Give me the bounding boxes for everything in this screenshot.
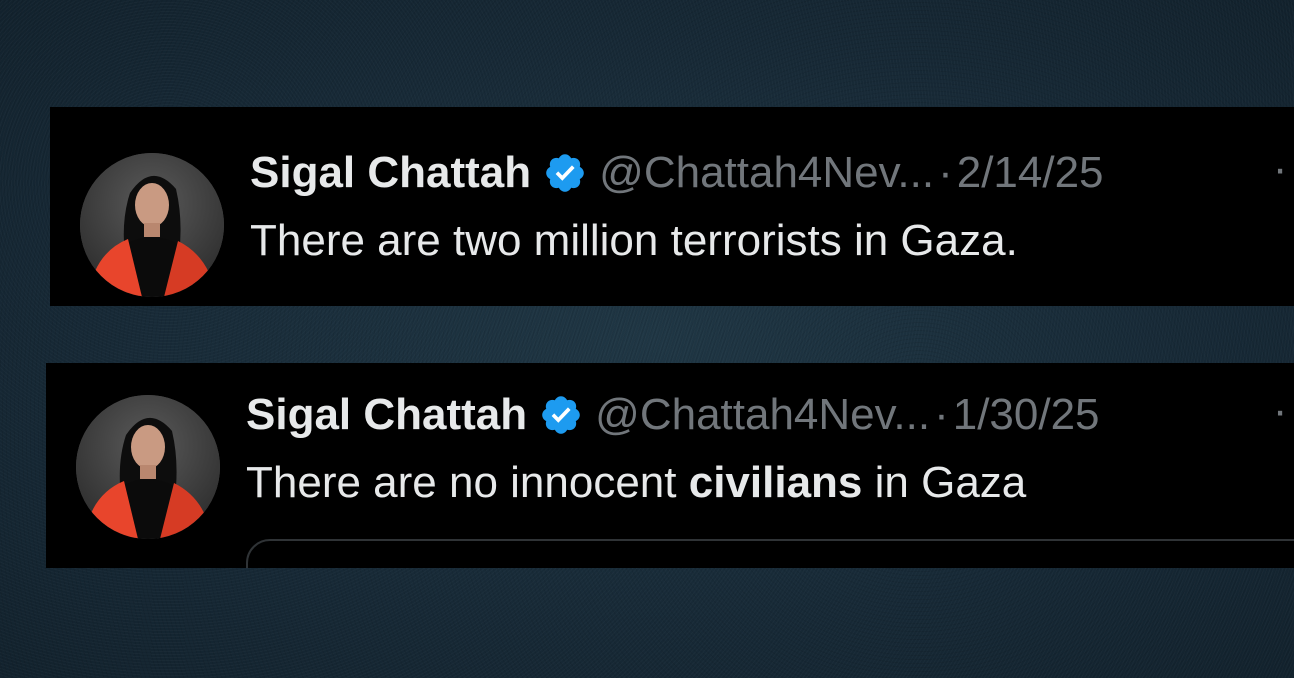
tweet-date[interactable]: 2/14/25 [957, 147, 1104, 199]
background-texture [0, 0, 1294, 678]
avatar[interactable] [76, 395, 220, 539]
author-handle[interactable]: @Chattah4Nev... [595, 389, 930, 441]
tweet-text: There are no innocent civilians in Gaza [246, 457, 1026, 509]
verified-badge-icon [539, 393, 583, 437]
tweet-header: Sigal Chattah @Chattah4Nev... · 2/14/25 [250, 147, 1104, 199]
avatar[interactable] [80, 153, 224, 297]
tweet-text-before: There are no innocent [246, 458, 689, 507]
tweet-text: There are two million terrorists in Gaza… [250, 215, 1018, 267]
author-name[interactable]: Sigal Chattah [246, 389, 527, 441]
header-separator: · [934, 390, 949, 439]
tweet-card[interactable]: Sigal Chattah @Chattah4Nev... · 2/14/25 … [50, 107, 1294, 306]
header-separator: · [938, 148, 953, 197]
tweet-card[interactable]: Sigal Chattah @Chattah4Nev... · 1/30/25 … [46, 363, 1294, 568]
verified-badge-icon [543, 151, 587, 195]
avatar-image [80, 153, 224, 297]
avatar-image [76, 395, 220, 539]
author-name[interactable]: Sigal Chattah [250, 147, 531, 199]
more-options-icon[interactable]: ·· [1273, 143, 1294, 195]
tweet-text-main: There are two million terrorists in Gaza… [250, 216, 1018, 265]
quoted-tweet-card[interactable] [246, 539, 1294, 568]
tweet-header: Sigal Chattah @Chattah4Nev... · 1/30/25 [246, 389, 1100, 441]
more-options-icon[interactable]: ·· [1273, 385, 1294, 437]
tweet-text-bold: civilians [688, 458, 863, 507]
author-handle[interactable]: @Chattah4Nev... [599, 147, 934, 199]
tweet-text-after: in Gaza [862, 458, 1027, 507]
tweet-date[interactable]: 1/30/25 [953, 389, 1100, 441]
